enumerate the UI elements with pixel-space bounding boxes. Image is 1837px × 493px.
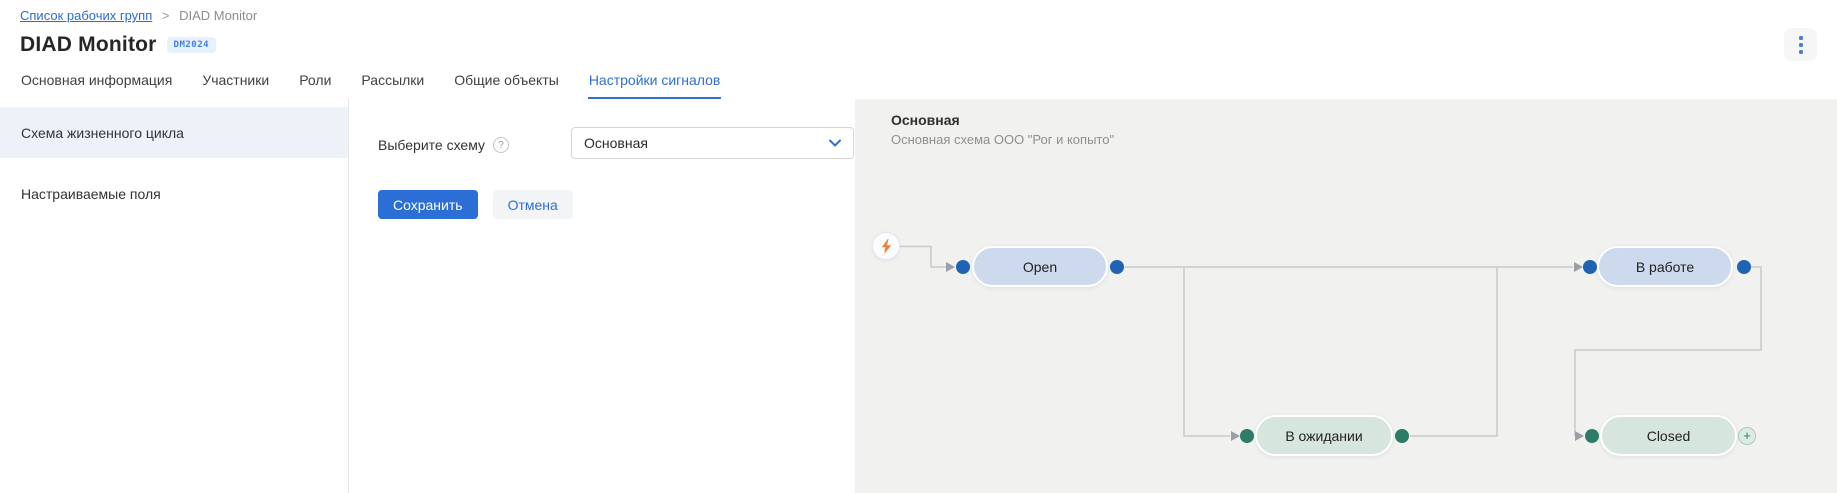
save-button[interactable]: Сохранить [378,190,478,219]
connector-dot-in-progress-out [1737,260,1751,274]
tab-main-info[interactable]: Основная информация [20,66,173,99]
tab-members[interactable]: Участники [201,66,270,99]
kebab-menu-icon [1799,50,1803,54]
connector-dot-open-out [1110,260,1124,274]
lifecycle-scheme-panel: Основная Основная схема ООО "Рог и копыт… [855,99,1837,493]
scheme-select-row: Выберите схему ? Основная [378,137,509,153]
tab-signal-settings[interactable]: Настройки сигналов [588,66,722,99]
tab-shared-objects[interactable]: Общие объекты [453,66,560,99]
arrowhead-icon [1575,431,1584,441]
breadcrumb: Список рабочих групп > DIAD Monitor [20,8,257,23]
add-transition-button[interactable]: + [1738,427,1756,445]
breadcrumb-link-workgroup-list[interactable]: Список рабочих групп [20,8,152,23]
connector-dot-closed-in [1585,429,1599,443]
start-trigger [872,232,900,260]
connector-dot-open-in [956,260,970,274]
more-actions-button[interactable] [1784,28,1817,61]
arrowhead-icon [1574,262,1583,272]
page-title: DIAD Monitor [20,33,157,57]
settings-sidebar: Схема жизненного цикла Настраиваемые пол… [0,99,349,493]
tab-mailings[interactable]: Рассылки [360,66,425,99]
connector-dot-waiting-out [1395,429,1409,443]
scheme-select-label: Выберите схему [378,137,485,153]
edge-in-progress-to-closed [1575,267,1761,436]
scheme-select[interactable]: Основная [571,127,854,159]
title-row: DIAD Monitor DM2024 [20,33,216,57]
edge-waiting-to-in-progress [1410,267,1497,436]
cancel-button[interactable]: Отмена [493,190,573,219]
scheme-form-panel: Выберите схему ? Основная Сохранить Отме… [350,99,855,493]
state-node-open[interactable]: Open [972,246,1108,287]
sidebar-item-custom-fields[interactable]: Настраиваемые поля [0,168,348,219]
form-buttons: Сохранить Отмена [378,190,573,219]
breadcrumb-separator: > [162,8,170,23]
question-circle-icon[interactable]: ? [493,137,509,153]
connector-dot-waiting-in [1240,429,1254,443]
sidebar-item-lifecycle-scheme[interactable]: Схема жизненного цикла [0,107,348,158]
breadcrumb-current: DIAD Monitor [179,8,257,23]
tab-roles[interactable]: Роли [298,66,332,99]
workgroup-code-badge: DM2024 [167,37,217,53]
state-node-closed[interactable]: Closed [1600,415,1737,456]
arrowhead-icon [946,262,955,272]
content-area: Схема жизненного цикла Настраиваемые пол… [0,99,1837,493]
tab-bar: Основная информация Участники Роли Рассы… [20,66,721,99]
edge-start-to-open [900,247,946,268]
state-node-in-progress[interactable]: В работе [1597,246,1733,287]
state-node-waiting[interactable]: В ожидании [1255,415,1393,456]
edge-open-to-waiting [1184,267,1230,436]
kebab-menu-icon [1799,43,1803,47]
kebab-menu-icon [1799,36,1803,40]
chevron-down-icon [829,139,841,147]
scheme-select-value: Основная [584,135,648,151]
connector-dot-in-progress-in [1583,260,1597,274]
lightning-bolt-icon [881,239,892,254]
arrowhead-icon [1231,431,1240,441]
